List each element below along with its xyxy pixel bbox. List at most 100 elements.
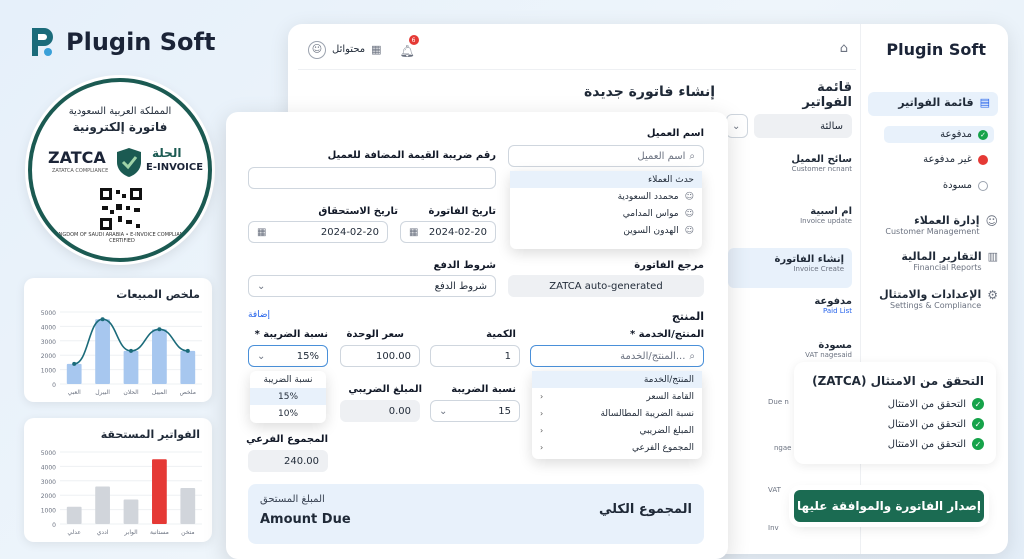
sidebar-item-settings[interactable]: ⚙ الإعدادات والامتثال Settings & Complian… [879, 288, 998, 310]
product-option[interactable]: المبلغ الضريبي ‹ [532, 422, 702, 439]
home-icon[interactable]: ⌂ [840, 41, 848, 56]
search-icon: ⌕ [689, 150, 695, 162]
chart-bar[interactable] [95, 319, 110, 384]
product-option[interactable]: المجموع الفرعي ‹ [532, 439, 702, 456]
issue-invoice-button[interactable]: إصدار الفاتورة والموافقة عليها [794, 490, 984, 522]
chart-bar[interactable] [180, 350, 196, 384]
chart-point[interactable] [100, 317, 105, 322]
sidebar-item-reports[interactable]: ▥ التقارير المالية Financial Reports [901, 250, 998, 272]
chart-bar[interactable] [95, 486, 110, 524]
chart-bar[interactable] [66, 363, 82, 384]
list-row-1[interactable]: سائح العميل Customer ncnant [740, 154, 852, 173]
total-label: المجموع الكلي [598, 502, 692, 517]
calendar-icon[interactable]: ▦ [371, 43, 381, 56]
chart-bar[interactable] [180, 488, 196, 524]
check-icon: ✓ [972, 438, 984, 450]
vat-input[interactable] [248, 167, 496, 189]
bell-icon[interactable]: 🔔︎ 6 [400, 35, 419, 59]
product-option[interactable]: المنتج/الخدمة [532, 371, 702, 388]
terms-select[interactable]: ⌄ شروط الدفع [248, 275, 496, 297]
x-tick-label: البيرل [95, 389, 110, 396]
x-tick-label: اددي [97, 529, 109, 536]
due-date-input[interactable]: ▦ 2024-02-20 [248, 221, 388, 243]
vat-label: رقم ضريبة القيمة المضافة للعميل [327, 150, 496, 161]
zatca-check-label: التحقق من الامتثال [887, 398, 966, 410]
chart-point[interactable] [129, 348, 133, 353]
document-icon: ▤ [979, 96, 990, 109]
customer-option[interactable]: حدث العملاء [510, 171, 702, 188]
list-row-5[interactable]: مسودة VAT nagesaid [740, 340, 852, 359]
customer-search-input[interactable]: اسم العميل ⌕ [508, 145, 704, 167]
sidebar-sub-paid[interactable]: ✓ مدفوعة [884, 126, 994, 143]
price-label: سعر الوحدة [346, 329, 404, 340]
sidebar-settings-sub: Settings & Compliance [890, 301, 982, 310]
invoice-date-input[interactable]: ▦ 2024-02-20 [400, 221, 496, 243]
chart-bar[interactable] [152, 459, 167, 524]
product-option-label: المجموع الفرعي [632, 442, 694, 453]
shield-icon [117, 148, 141, 177]
tax-option[interactable]: نسبة الضريبة [250, 371, 326, 388]
chart-point[interactable] [185, 348, 190, 353]
y-tick-label: 1000 [41, 368, 56, 375]
list-row-8-sub: VAT [768, 486, 781, 494]
page-title: إنشاء فاتورة جديدة [584, 84, 716, 100]
brand-name: Plugin Soft [66, 28, 216, 56]
sidebar-invoices-label: قائمة الفواتير [898, 96, 974, 109]
badge-ring-text: KINGDOM OF SAUDI ARABIA • E-INVOICE COMP… [53, 232, 191, 244]
y-tick-label: 0 [52, 522, 56, 529]
list-row-3[interactable]: إنشاء الفاتورة Invoice Create [728, 248, 852, 288]
ref-input: ZATCA auto-generated [508, 275, 704, 297]
sidebar-brand: Plugin Soft [886, 40, 986, 59]
x-tick-label: متخن [181, 529, 194, 536]
chevron-down-icon: ⌄ [257, 350, 266, 362]
customer-option-label: مواس المدامي [622, 208, 679, 219]
chart-bar[interactable] [152, 329, 167, 384]
topbar: ☺ محتوائل ▦ 🔔︎ 6 ⌂ [298, 32, 856, 70]
search-icon: ⌕ [689, 350, 695, 362]
chart-point[interactable] [72, 361, 77, 366]
product-option[interactable]: نسبة الضريبة المطالسالة ‹ [532, 405, 702, 422]
calendar-icon: ▦ [257, 226, 267, 238]
add-link[interactable]: إضافة [248, 310, 270, 320]
notification-count: 6 [408, 35, 419, 45]
due-chart: 5000 4000 3000 2000 1000 0 عدلي اددي الوابر مستان… [41, 450, 202, 536]
plugin-soft-logo-icon [32, 28, 53, 56]
tax-option[interactable]: 15% [250, 388, 326, 405]
user-menu[interactable]: ☺ محتوائل ▦ 🔔︎ 6 [308, 35, 419, 59]
sidebar-item-invoices[interactable]: ▤ قائمة الفواتير [868, 92, 998, 116]
calendar-icon: ▦ [409, 226, 419, 238]
qty-input[interactable]: 1 [430, 345, 520, 367]
customer-option[interactable]: ☺ مواس المدامي [510, 205, 702, 222]
product-search-input[interactable]: المنتج/الخدمة... ⌕ [530, 345, 704, 367]
sidebar-sub-draft[interactable]: مسودة [943, 180, 988, 191]
list-row-4[interactable]: مدفوعة Paid List [740, 296, 852, 315]
chevron-left-icon: ‹ [540, 392, 544, 401]
sidebar-sub-unpaid[interactable]: غير مدفوعة [923, 154, 988, 165]
y-tick-label: 2000 [41, 353, 56, 360]
price-input[interactable]: 100.00 [340, 345, 420, 367]
tax-option[interactable]: 10% [250, 405, 326, 422]
unpaid-alert-icon [978, 154, 988, 165]
zatca-check-label: التحقق من الامتثال [887, 418, 966, 430]
terms-value: شروط الدفع [434, 280, 487, 292]
product-section-title: المنتج [671, 310, 704, 323]
list-row-2[interactable]: ام اسبية Invoice update [740, 206, 852, 225]
chart-bar[interactable] [123, 499, 139, 524]
list-filter-chevron-icon[interactable]: ⌄ [726, 114, 748, 138]
x-tick-label: الميبل [152, 389, 167, 396]
product-option[interactable]: القامة السعر ‹ [532, 388, 702, 405]
chart-bar[interactable] [123, 350, 139, 384]
due-date-value: 2024-02-20 [320, 226, 379, 238]
list-row-1-title: سائح العميل [791, 154, 852, 165]
list-filter[interactable]: سالئة [754, 114, 852, 138]
user-icon: ☺ [684, 208, 694, 219]
chart-bar[interactable] [66, 506, 82, 524]
tax-rate2-select[interactable]: ⌄ 15 [430, 400, 520, 422]
customer-option[interactable]: ☺ الهدون السوين [510, 222, 702, 239]
customer-option[interactable]: ☺ محمدد السعودية [510, 188, 702, 205]
sidebar-item-customers[interactable]: ☺ إدارة العملاء Customer Management [885, 214, 998, 236]
tax-rate-select[interactable]: ⌄ 15% [248, 345, 328, 367]
chart-point[interactable] [157, 327, 162, 332]
x-tick-label: الوابر [123, 529, 138, 536]
list-row-6-sub: Due n [768, 398, 789, 406]
